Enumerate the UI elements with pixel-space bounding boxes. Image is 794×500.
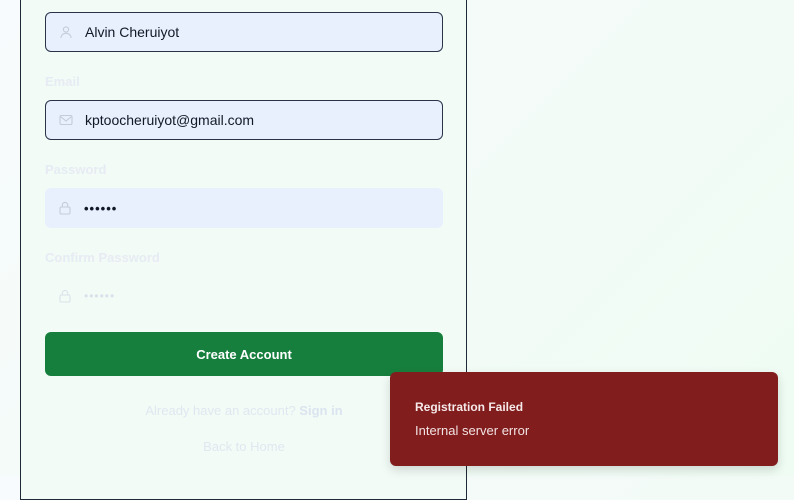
password-value: •••••• <box>84 200 118 216</box>
lock-icon <box>58 201 72 215</box>
name-field[interactable]: Alvin Cheruiyot <box>45 12 443 52</box>
error-toast[interactable]: Registration Failed Internal server erro… <box>390 372 778 466</box>
password-label: Password <box>45 162 107 177</box>
user-icon <box>59 25 73 39</box>
signin-prompt-text: Already have an account? <box>145 403 296 418</box>
toast-message: Internal server error <box>415 423 530 438</box>
confirm-password-label: Confirm Password <box>45 250 160 265</box>
confirm-password-placeholder: •••••• <box>84 289 116 303</box>
confirm-password-field[interactable]: •••••• <box>45 276 443 316</box>
lock-icon <box>58 289 72 303</box>
signin-prompt: Already have an account? Sign in <box>45 403 443 418</box>
back-to-home-link[interactable]: Back to Home <box>45 439 443 454</box>
mail-icon <box>59 113 73 127</box>
signin-link[interactable]: Sign in <box>299 403 342 418</box>
toast-title: Registration Failed <box>415 400 524 414</box>
email-field[interactable]: kptoocheruiyot@gmail.com <box>45 100 443 140</box>
create-account-button[interactable]: Create Account <box>45 332 443 376</box>
password-field[interactable]: •••••• <box>45 188 443 228</box>
name-value: Alvin Cheruiyot <box>85 24 180 40</box>
email-value: kptoocheruiyot@gmail.com <box>85 112 255 128</box>
email-label: Email <box>45 74 80 89</box>
